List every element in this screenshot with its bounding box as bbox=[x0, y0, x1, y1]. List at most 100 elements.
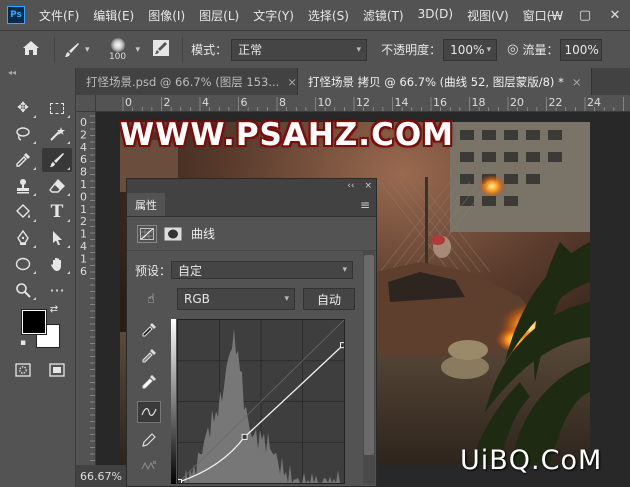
eyedropper-tool-icon[interactable] bbox=[8, 148, 38, 172]
close-icon[interactable]: × bbox=[572, 75, 582, 89]
flow-value: 100% bbox=[564, 42, 599, 57]
default-colors-icon[interactable]: ▪ bbox=[16, 336, 30, 350]
channel-select[interactable]: RGB ▾ bbox=[177, 288, 295, 310]
opacity-field[interactable]: 100% ▾ bbox=[443, 38, 498, 61]
pressure-opacity-icon[interactable]: ◎ bbox=[507, 42, 518, 57]
ruler-label: 4 bbox=[80, 141, 87, 154]
document-tabs: 打怪场景.psd @ 66.7% (图层 153... × 打怪场景 拷贝 @ … bbox=[76, 68, 630, 95]
ellipse-tool-icon[interactable] bbox=[8, 252, 38, 276]
tab-label: 打怪场景.psd @ 66.7% (图层 153... bbox=[86, 74, 280, 89]
eraser-tool-icon[interactable] bbox=[42, 174, 72, 198]
chevron-down-icon[interactable]: ▾ bbox=[85, 45, 90, 55]
edit-points-curve-icon[interactable] bbox=[137, 401, 161, 423]
close-icon[interactable]: × bbox=[287, 75, 297, 89]
pen-tool-icon[interactable] bbox=[8, 226, 38, 250]
chevron-down-icon: ▾ bbox=[284, 294, 289, 304]
lasso-tool-icon[interactable] bbox=[8, 122, 38, 146]
ruler-label: 1 bbox=[80, 178, 87, 191]
brush-tip-icon bbox=[110, 37, 125, 52]
zoom-level[interactable]: 66.67% bbox=[80, 470, 122, 483]
more-tools-icon[interactable]: ··· bbox=[42, 278, 72, 302]
layer-mask-icon[interactable] bbox=[163, 225, 183, 243]
on-image-adjust-icon[interactable]: ☝ bbox=[135, 292, 167, 307]
horizontal-ruler[interactable]: 0 2 4 6 8 10 12 14 16 18 20 22 24 bbox=[96, 95, 630, 112]
tab-label: 打怪场景 拷贝 @ 66.7% (曲线 52, 图层蒙版/8) * bbox=[308, 74, 564, 89]
tab-document-2[interactable]: 打怪场景 拷贝 @ 66.7% (曲线 52, 图层蒙版/8) * × bbox=[298, 68, 593, 95]
quick-mask-icon[interactable] bbox=[8, 358, 38, 382]
maximize-button[interactable]: ▢ bbox=[570, 8, 600, 23]
menu-bar: Ps 文件(F) 编辑(E) 图像(I) 图层(L) 文字(Y) 选择(S) 滤镜(T) 3D… bbox=[0, 0, 630, 30]
collapse-icon[interactable]: ‹‹ bbox=[347, 181, 354, 191]
minimize-button[interactable]: — bbox=[540, 8, 570, 23]
menu-item-0[interactable]: 文件(F) bbox=[39, 7, 79, 24]
panel-scrollbar[interactable] bbox=[363, 251, 375, 484]
menu-item-4[interactable]: 文字(Y) bbox=[253, 7, 294, 24]
close-icon[interactable]: × bbox=[364, 181, 372, 191]
curve-graph[interactable] bbox=[176, 319, 346, 485]
path-selection-tool-icon[interactable] bbox=[42, 226, 72, 250]
tab-document-1[interactable]: 打怪场景.psd @ 66.7% (图层 153... × bbox=[76, 68, 298, 95]
stamp-tool-icon[interactable] bbox=[8, 174, 38, 198]
paint-bucket-tool-icon[interactable] bbox=[8, 200, 38, 224]
draw-pencil-icon[interactable] bbox=[137, 429, 161, 451]
screen-mode-icon[interactable] bbox=[42, 358, 72, 382]
menu-item-6[interactable]: 滤镜(T) bbox=[363, 7, 404, 24]
ruler-label: 16 bbox=[433, 96, 447, 109]
panel-menu-icon[interactable]: ≡ bbox=[360, 193, 376, 216]
channel-row: ☝ RGB ▾ 自动 bbox=[135, 288, 355, 310]
photoshop-logo: Ps bbox=[7, 6, 25, 24]
panel-collapse-icon[interactable]: ◂◂ bbox=[0, 68, 75, 80]
zoom-tool-icon[interactable] bbox=[8, 278, 38, 302]
smooth-curve-icon[interactable] bbox=[137, 455, 161, 477]
tab-properties[interactable]: 属性 bbox=[127, 193, 165, 216]
scrollbar-thumb[interactable] bbox=[364, 255, 374, 455]
move-tool-icon[interactable]: ✥ bbox=[8, 96, 38, 120]
brush-tool-icon[interactable]: ▾ bbox=[63, 41, 90, 59]
marquee-tool-icon[interactable] bbox=[42, 96, 72, 120]
ruler-label: 6 bbox=[80, 153, 87, 166]
menu-item-2[interactable]: 图像(I) bbox=[148, 7, 185, 24]
menu-list: 文件(F) 编辑(E) 图像(I) 图层(L) 文字(Y) 选择(S) 滤镜(T) 3D(D)… bbox=[39, 7, 577, 24]
magic-wand-tool-icon[interactable] bbox=[42, 122, 72, 146]
brush-preset-picker[interactable]: 100 bbox=[104, 37, 132, 62]
brush-settings-icon[interactable] bbox=[152, 39, 170, 61]
vertical-ruler[interactable]: 0246810121416 bbox=[76, 112, 96, 465]
foreground-color-swatch[interactable] bbox=[21, 309, 47, 335]
ruler-label: 2 bbox=[164, 96, 171, 109]
ruler-label: 6 bbox=[80, 265, 87, 278]
type-tool-icon[interactable]: T bbox=[42, 200, 72, 224]
blend-mode-select[interactable]: 正常 ▾ bbox=[231, 38, 368, 61]
panel-header: ‹‹ × bbox=[127, 179, 376, 193]
brush-tool-icon[interactable] bbox=[42, 148, 72, 172]
preset-select[interactable]: 自定 ▾ bbox=[171, 261, 354, 279]
curve-point-2[interactable] bbox=[340, 342, 346, 349]
ruler-label: 22 bbox=[549, 96, 563, 109]
ruler-label: 8 bbox=[279, 96, 286, 109]
opacity-label: 不透明度： bbox=[381, 43, 442, 57]
hand-tool-icon[interactable] bbox=[42, 252, 72, 276]
properties-panel: ‹‹ × 属性 ≡ 曲线 预设： 自定 ▾ ☝ RGB ▾ 自动 bbox=[126, 178, 377, 487]
ruler-label: 24 bbox=[587, 96, 601, 109]
black-point-eyedropper-icon[interactable] bbox=[137, 319, 161, 341]
ruler-label: 14 bbox=[395, 96, 409, 109]
auto-button[interactable]: 自动 bbox=[303, 288, 355, 310]
curves-adjustment-icon[interactable] bbox=[137, 224, 157, 243]
home-icon[interactable] bbox=[22, 40, 40, 60]
close-button[interactable]: ✕ bbox=[600, 8, 630, 23]
adjustment-title: 曲线 bbox=[191, 227, 216, 241]
ruler-label: 1 bbox=[80, 228, 87, 241]
white-point-eyedropper-icon[interactable] bbox=[137, 371, 161, 393]
menu-item-5[interactable]: 选择(S) bbox=[308, 7, 349, 24]
menu-item-1[interactable]: 编辑(E) bbox=[93, 7, 134, 24]
ruler-label: 1 bbox=[80, 252, 87, 265]
menu-item-8[interactable]: 视图(V) bbox=[467, 7, 509, 24]
flow-field[interactable]: 100% bbox=[560, 38, 603, 61]
swap-colors-icon[interactable]: ⇄ bbox=[46, 302, 62, 316]
gray-point-eyedropper-icon[interactable] bbox=[137, 345, 161, 367]
curve-point-0[interactable] bbox=[176, 479, 182, 485]
menu-item-7[interactable]: 3D(D) bbox=[418, 7, 453, 24]
curve-point-1[interactable] bbox=[241, 433, 248, 440]
menu-item-3[interactable]: 图层(L) bbox=[199, 7, 239, 24]
chevron-down-icon[interactable]: ▾ bbox=[136, 45, 141, 55]
tools-panel: ◂◂ ✥ T ··· ⇄ ▪ bbox=[0, 68, 76, 487]
